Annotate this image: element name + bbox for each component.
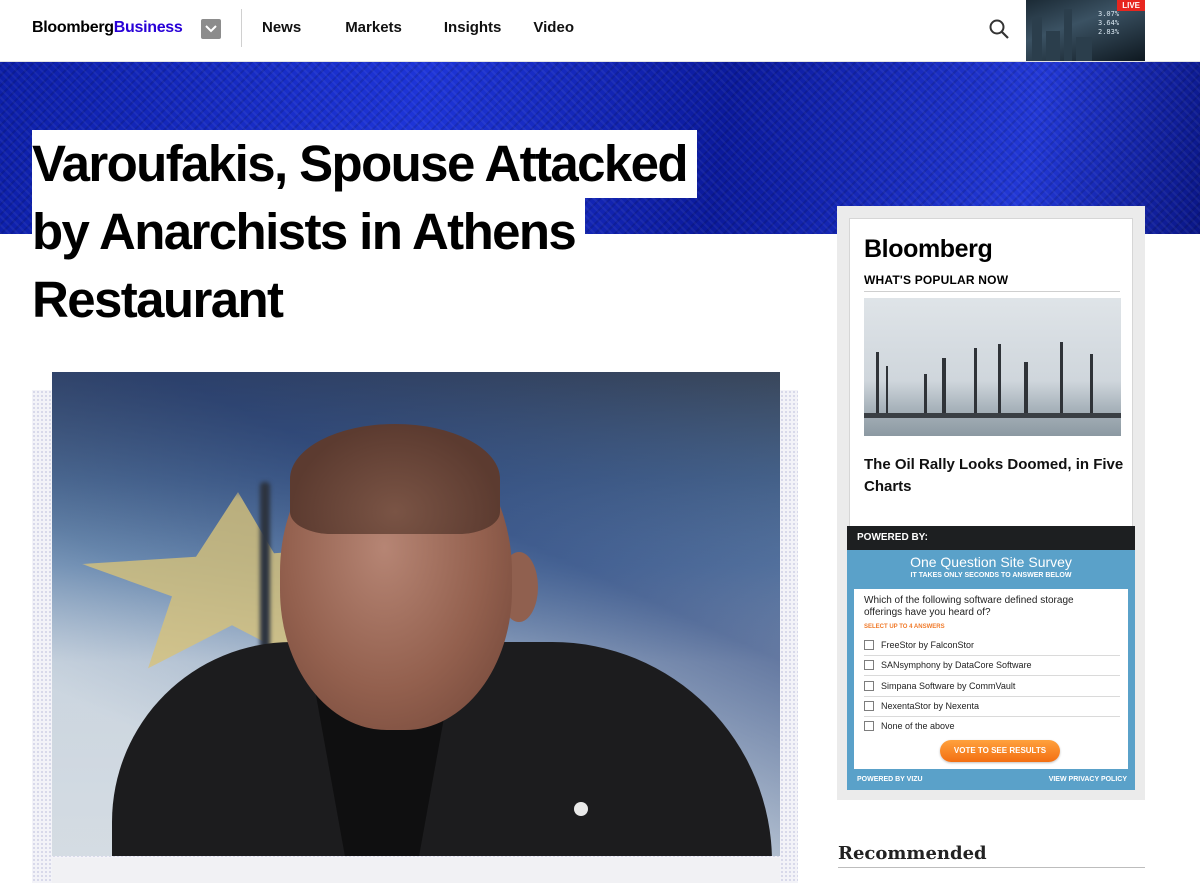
survey-powered-by-header: POWERED BY: <box>847 526 1135 550</box>
checkbox[interactable] <box>864 701 874 711</box>
divider <box>838 867 1145 868</box>
skyline-building <box>1064 9 1072 61</box>
nav-item-markets[interactable]: Markets <box>345 19 402 36</box>
rig-tower <box>1090 354 1093 414</box>
ticker-value: 3.07% <box>1098 10 1120 18</box>
nav-item-video[interactable]: Video <box>533 19 574 36</box>
person-scalp <box>290 424 500 534</box>
ticker-value: 2.83% <box>1098 28 1120 36</box>
bloomberg-business-logo[interactable]: BloombergBusiness <box>32 19 183 37</box>
nav-divider <box>241 9 242 47</box>
nav-item-insights[interactable]: Insights <box>444 19 502 36</box>
survey-card: Which of the following software defined … <box>854 589 1128 769</box>
rig-deck <box>864 413 1121 418</box>
search-icon[interactable] <box>988 18 1010 40</box>
headline-line: Varoufakis, Spouse Attacked <box>32 130 697 198</box>
skyline-building <box>1032 17 1042 61</box>
ticker-value: 3.64% <box>1098 19 1120 27</box>
popular-story-link[interactable]: The Oil Rally Looks Doomed, in Five Char… <box>864 454 1124 498</box>
survey-option[interactable]: FreeStor by FalconStor <box>864 636 1120 656</box>
popular-subtitle: WHAT'S POPULAR NOW <box>864 273 1009 287</box>
rig-tower <box>924 374 927 414</box>
main-nav: News Markets Insights Video <box>262 19 574 36</box>
image-caption <box>52 858 780 883</box>
headline-line: by Anarchists in Athens <box>32 198 586 266</box>
rig-tower <box>886 366 888 414</box>
rig-tower <box>876 352 879 414</box>
article-photo[interactable] <box>52 372 780 856</box>
lapel-pin <box>574 802 588 816</box>
privacy-policy-link[interactable]: VIEW PRIVACY POLICY <box>1049 776 1127 783</box>
live-tv-thumbnail[interactable]: 3.07% 3.64% 2.83% LIVE <box>1026 0 1145 61</box>
skyline-building <box>1046 31 1060 61</box>
skyline-building <box>1076 37 1092 61</box>
powered-by-vizu: POWERED BY VIZU <box>857 776 923 783</box>
survey-option-label: FreeStor by FalconStor <box>881 640 975 650</box>
rig-tower <box>1060 342 1063 414</box>
checkbox[interactable] <box>864 640 874 650</box>
whats-popular-widget: Bloomberg WHAT'S POPULAR NOW The Oil Ral… <box>837 206 1145 800</box>
rig-tower <box>942 358 946 414</box>
survey-option-label: Simpana Software by CommVault <box>881 681 1016 691</box>
survey-option-label: NexentaStor by Nexenta <box>881 701 980 711</box>
survey-option[interactable]: NexentaStor by Nexenta <box>864 697 1120 717</box>
survey-option[interactable]: None of the above <box>864 717 1120 737</box>
checkbox[interactable] <box>864 660 874 670</box>
survey-question: Which of the following software defined … <box>864 595 1074 618</box>
ticker-values: 3.07% 3.64% 2.83% <box>1098 10 1119 37</box>
rig-tower <box>974 348 977 414</box>
headline-line: Restaurant <box>32 266 293 334</box>
popular-story-image[interactable] <box>864 298 1121 436</box>
live-badge: LIVE <box>1117 0 1145 11</box>
nav-item-news[interactable]: News <box>262 19 301 36</box>
logo-text-business: Business <box>113 19 183 36</box>
survey-option-label: SANsymphony by DataCore Software <box>881 660 1032 670</box>
top-navigation-bar: BloombergBusiness News Markets Insights … <box>0 0 1200 62</box>
popular-brand: Bloomberg <box>864 235 993 263</box>
survey-title: One Question Site Survey <box>910 554 1072 570</box>
survey-option[interactable]: Simpana Software by CommVault <box>864 677 1120 697</box>
survey-option[interactable]: SANsymphony by DataCore Software <box>864 656 1120 676</box>
survey-hint: SELECT UP TO 4 ANSWERS <box>864 624 945 630</box>
survey-option-label: None of the above <box>881 721 955 731</box>
rig-tower <box>1024 362 1028 414</box>
chevron-down-icon[interactable] <box>201 19 221 39</box>
divider <box>864 291 1120 292</box>
checkbox[interactable] <box>864 681 874 691</box>
article-headline: Varoufakis, Spouse Attacked by Anarchist… <box>32 130 792 334</box>
checkbox[interactable] <box>864 721 874 731</box>
logo-text-bloomberg: Bloomberg <box>32 19 114 36</box>
vote-button[interactable]: VOTE TO SEE RESULTS <box>940 740 1060 762</box>
recommended-heading: Recommended <box>838 843 987 864</box>
survey-subtitle: IT TAKES ONLY SECONDS TO ANSWER BELOW <box>910 572 1072 579</box>
rig-tower <box>998 344 1001 414</box>
survey-widget: One Question Site Survey IT TAKES ONLY S… <box>847 550 1135 790</box>
